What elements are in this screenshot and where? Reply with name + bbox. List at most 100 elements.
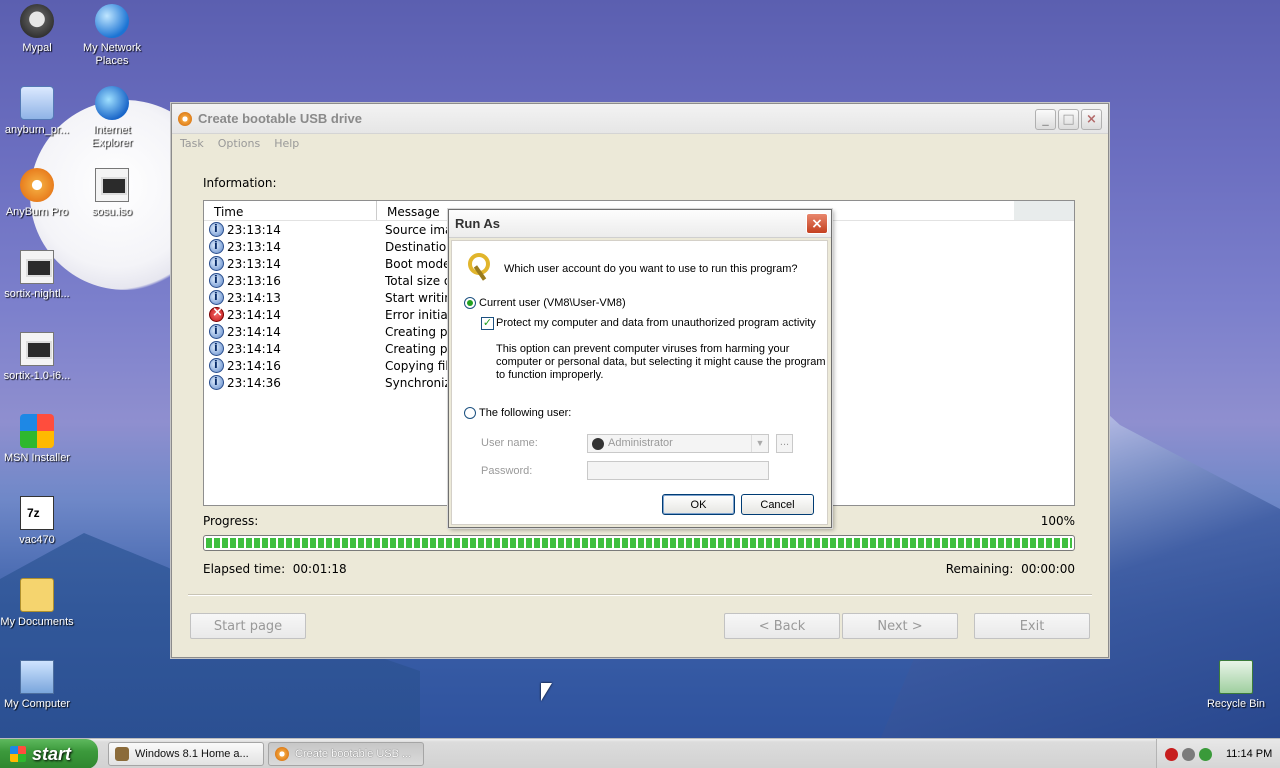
computer-icon xyxy=(20,660,54,694)
start-label: start xyxy=(32,743,72,764)
window-controls: _ □ × xyxy=(1035,109,1102,130)
protect-note-line-3: to function improperly. xyxy=(496,369,604,381)
desktop-icon-sortix-release[interactable]: sortix-1.0-i6... xyxy=(0,332,77,383)
info-icon xyxy=(209,341,224,356)
system-tray: 11:14 PM xyxy=(1156,739,1280,768)
taskbar-item-create-usb[interactable]: Create bootable USB ... xyxy=(268,742,424,766)
remaining-label: Remaining: xyxy=(945,562,1014,576)
menu-help[interactable]: Help xyxy=(274,137,299,150)
log-time: 23:14:14 xyxy=(227,341,281,356)
log-message: Synchronizi xyxy=(385,375,455,390)
desktop-icon-msn[interactable]: MSN Installer xyxy=(0,414,77,465)
username-label: User name: xyxy=(481,437,538,449)
info-icon xyxy=(209,290,224,305)
current-user-radio[interactable] xyxy=(464,297,476,309)
password-field[interactable] xyxy=(587,461,769,480)
desktop-icon-my-computer[interactable]: My Computer xyxy=(0,660,77,711)
clock[interactable]: 11:14 PM xyxy=(1226,748,1272,760)
info-icon xyxy=(209,358,224,373)
installer-icon xyxy=(20,86,54,120)
dialog-title: Run As xyxy=(455,216,501,231)
ok-button[interactable]: OK xyxy=(662,494,735,515)
update-icon[interactable] xyxy=(1199,747,1212,761)
next-button[interactable]: Next > xyxy=(842,613,958,639)
back-button[interactable]: < Back xyxy=(724,613,840,639)
windows-logo-icon xyxy=(10,746,26,762)
elapsed-time: Elapsed time: 00:01:18 xyxy=(203,562,347,576)
log-time: 23:14:14 xyxy=(227,324,281,339)
log-message: Copying file xyxy=(385,358,455,373)
username-combo[interactable]: Administrator ▼ xyxy=(587,434,769,453)
start-page-button[interactable]: Start page xyxy=(190,613,306,639)
network-places-icon xyxy=(95,4,129,38)
desktop-icon-network[interactable]: My Network Places xyxy=(72,4,152,68)
minimize-button[interactable]: _ xyxy=(1035,109,1056,130)
info-icon xyxy=(209,256,224,271)
dialog-close-button[interactable]: × xyxy=(806,213,828,234)
security-alert-icon[interactable] xyxy=(1165,747,1178,761)
information-label: Information: xyxy=(203,176,277,190)
username-value: Administrator xyxy=(608,437,673,449)
keys-icon xyxy=(464,251,494,281)
cancel-button[interactable]: Cancel xyxy=(741,494,814,515)
desktop-icon-ie[interactable]: Internet Explorer xyxy=(72,86,152,150)
desktop-icon-recycle-bin[interactable]: Recycle Bin xyxy=(1196,660,1276,711)
exit-button[interactable]: Exit xyxy=(974,613,1090,639)
taskbar-item-windows[interactable]: Windows 8.1 Home a... xyxy=(108,742,264,766)
desktop-icon-mypal[interactable]: Mypal xyxy=(0,4,77,55)
log-time: 23:13:14 xyxy=(227,256,281,271)
menu-task[interactable]: Task xyxy=(180,137,204,150)
iso-file-icon xyxy=(20,332,54,366)
elapsed-value: 00:01:18 xyxy=(292,562,347,576)
7zip-archive-icon xyxy=(20,496,54,530)
app-icon xyxy=(178,111,192,126)
following-user-label[interactable]: The following user: xyxy=(479,407,571,419)
column-header-time[interactable]: Time xyxy=(204,201,377,220)
log-time: 23:13:14 xyxy=(227,222,281,237)
dialog-titlebar[interactable]: Run As xyxy=(449,210,831,238)
start-button[interactable]: start xyxy=(0,739,98,768)
menu-options[interactable]: Options xyxy=(218,137,260,150)
info-icon xyxy=(209,273,224,288)
current-user-label[interactable]: Current user (VM8\User-VM8) xyxy=(479,297,626,309)
protect-label[interactable]: Protect my computer and data from unauth… xyxy=(496,317,816,329)
desktop-icon-vac470[interactable]: vac470 xyxy=(0,496,77,547)
progress-label: Progress: xyxy=(203,514,259,528)
recycle-bin-icon xyxy=(1219,660,1253,694)
error-icon xyxy=(209,305,224,322)
log-message: Start writing xyxy=(385,290,455,305)
log-message: Destination xyxy=(385,239,454,254)
iso-file-icon xyxy=(95,168,129,202)
desktop-icon-sosu-iso[interactable]: sosu.iso xyxy=(72,168,152,219)
log-time: 23:13:16 xyxy=(227,273,281,288)
maximize-button[interactable]: □ xyxy=(1058,109,1079,130)
close-button[interactable]: × xyxy=(1081,109,1102,130)
log-time: 23:14:13 xyxy=(227,290,281,305)
app-icon xyxy=(115,747,129,761)
taskbar: start Windows 8.1 Home a... Create boota… xyxy=(0,738,1280,768)
browse-button[interactable]: ... xyxy=(776,434,793,453)
chevron-down-icon[interactable]: ▼ xyxy=(751,435,768,452)
desktop-icon-sortix-nightly[interactable]: sortix-nightl... xyxy=(0,250,77,301)
log-message: Boot mode: xyxy=(385,256,455,271)
desktop-icon-anyburn-installer[interactable]: anyburn_pr... xyxy=(0,86,77,137)
following-user-radio[interactable] xyxy=(464,407,476,419)
dialog-body: Which user account do you want to use to… xyxy=(451,240,828,525)
taskbar-item-label: Windows 8.1 Home a... xyxy=(135,748,249,760)
iso-file-icon xyxy=(20,250,54,284)
protect-checkbox[interactable]: ✓ xyxy=(481,317,494,330)
info-icon xyxy=(209,375,224,390)
progress-bar xyxy=(203,535,1075,551)
desktop-icon-anyburn[interactable]: AnyBurn Pro xyxy=(0,168,77,219)
anyburn-icon xyxy=(275,747,289,761)
desktop-icon-my-documents[interactable]: My Documents xyxy=(0,578,77,629)
window-titlebar[interactable]: Create bootable USB drive _ □ × xyxy=(172,104,1108,134)
protect-note-line-2: computer or personal data, but selecting… xyxy=(496,356,826,368)
password-label: Password: xyxy=(481,465,533,477)
log-time: 23:14:16 xyxy=(227,358,281,373)
progress-fill xyxy=(206,538,1072,548)
info-icon xyxy=(209,239,224,254)
network-icon[interactable] xyxy=(1182,747,1195,761)
run-as-dialog: Run As × Which user account do you want … xyxy=(448,209,832,528)
user-avatar-icon xyxy=(592,438,604,450)
